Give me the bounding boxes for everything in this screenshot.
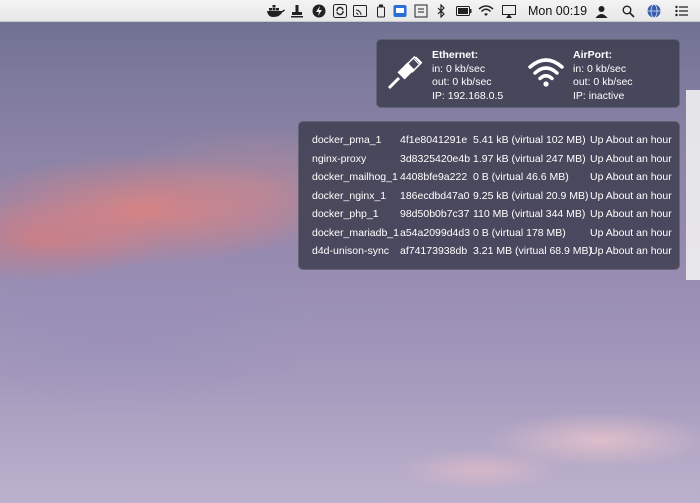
container-status: Up About an hour — [590, 245, 672, 257]
user-icon[interactable] — [594, 3, 608, 19]
container-id: 186ecdbd47a0 — [400, 189, 470, 202]
network-widget: Ethernet: in: 0 kb/sec out: 0 kb/sec IP:… — [376, 39, 680, 108]
container-size: 0 B (virtual 178 MB) — [473, 226, 566, 239]
container-id: 4f1e8041291e — [400, 134, 468, 146]
container-name: docker_mariadb_1 — [312, 226, 399, 239]
wifi-icon[interactable] — [478, 3, 494, 19]
container-status: Up About an hour — [590, 152, 672, 165]
container-row: docker_mailhog_1 4408bfe9a222 0 B (virtu… — [299, 171, 679, 189]
container-id: 3d8325420e4b — [400, 152, 471, 165]
globe-icon[interactable] — [647, 3, 661, 19]
container-row: docker_pma_1 4f1e8041291e 5.41 kB (virtu… — [299, 134, 679, 152]
container-status: Up About an hour — [590, 208, 672, 220]
bluetooth-icon[interactable] — [436, 3, 446, 19]
container-size: 5.41 kB (virtual 102 MB) — [473, 134, 586, 146]
container-row: docker_php_1 98d50b0b7c37 110 MB (virtua… — [299, 208, 679, 226]
ethernet-ip: IP: 192.168.0.5 — [432, 89, 504, 102]
display-icon[interactable] — [393, 3, 407, 19]
container-id: a54a2099d4d3 — [400, 226, 471, 239]
container-size: 0 B (virtual 46.6 MB) — [473, 171, 569, 183]
container-id: 4408bfe9a222 — [400, 171, 468, 183]
ethernet-stats: Ethernet: in: 0 kb/sec out: 0 kb/sec IP:… — [432, 49, 503, 103]
container-size: 110 MB (virtual 344 MB) — [473, 208, 586, 220]
airport-out: out: 0 kb/sec — [573, 76, 633, 88]
container-row: nginx-proxy 3d8325420e4b 1.97 kB (virtua… — [299, 153, 679, 171]
container-id: 98d50b0b7c37 — [400, 208, 470, 220]
cast-icon[interactable] — [353, 3, 367, 19]
battery-icon[interactable] — [456, 3, 472, 19]
container-name: d4d-unison-sync — [312, 245, 390, 257]
container-size: 1.97 kB (virtual 247 MB) — [473, 152, 586, 165]
container-status: Up About an hour — [590, 226, 672, 239]
scroll-icon[interactable] — [414, 3, 428, 19]
search-icon[interactable] — [621, 3, 635, 19]
container-row: docker_mariadb_1 a54a2099d4d3 0 B (virtu… — [299, 227, 679, 245]
container-name: nginx-proxy — [312, 152, 367, 165]
sync-icon[interactable] — [333, 3, 347, 19]
container-name: docker_pma_1 — [312, 134, 382, 146]
menu-clock[interactable]: Mon 00:19 — [528, 4, 587, 18]
airplay-icon[interactable] — [502, 3, 516, 19]
container-status: Up About an hour — [590, 134, 672, 146]
container-size: 9.25 kB (virtual 20.9 MB) — [473, 189, 589, 202]
container-status: Up About an hour — [590, 171, 672, 183]
airport-ip: IP: inactive — [573, 89, 625, 102]
ethernet-in: in: 0 kb/sec — [432, 62, 486, 75]
offscreen-window-edge[interactable] — [686, 90, 700, 280]
container-row: docker_nginx_1 186ecdbd47a0 9.25 kB (vir… — [299, 190, 679, 208]
stamp-icon[interactable] — [290, 3, 304, 19]
airport-title: AirPort: — [573, 49, 613, 61]
wifi-signal-icon — [528, 57, 564, 92]
container-name: docker_nginx_1 — [312, 189, 387, 202]
menu-bar: Mon 00:19 — [0, 0, 700, 22]
ethernet-out: out: 0 kb/sec — [432, 76, 492, 88]
airport-in: in: 0 kb/sec — [573, 62, 627, 75]
ethernet-cable-icon — [387, 54, 425, 95]
docker-stats-widget: docker_pma_1 4f1e8041291e 5.41 kB (virtu… — [298, 121, 680, 270]
trash-icon[interactable] — [376, 3, 386, 19]
container-size: 3.21 MB (virtual 68.9 MB) — [473, 245, 593, 257]
list-icon[interactable] — [675, 3, 689, 19]
ethernet-title: Ethernet: — [432, 49, 479, 61]
container-id: af74173938db — [400, 245, 468, 257]
airport-stats: AirPort: in: 0 kb/sec out: 0 kb/sec IP: … — [573, 49, 633, 103]
container-row: d4d-unison-sync af74173938db 3.21 MB (vi… — [299, 245, 679, 263]
bolt-icon[interactable] — [312, 3, 326, 19]
container-status: Up About an hour — [590, 189, 672, 202]
container-name: docker_php_1 — [312, 208, 379, 220]
container-name: docker_mailhog_1 — [312, 171, 398, 183]
docker-whale-icon[interactable] — [267, 3, 285, 19]
